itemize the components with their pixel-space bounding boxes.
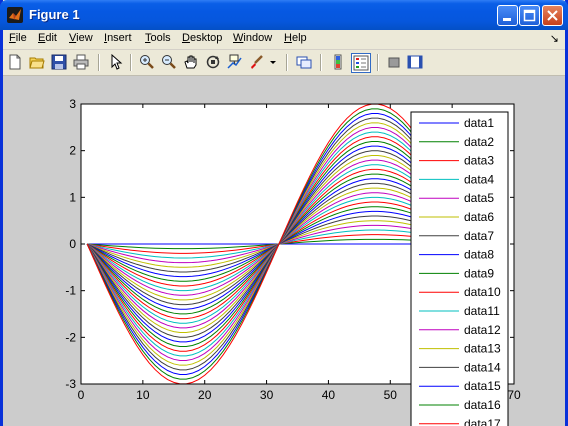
dock-arrow-icon[interactable]: ↘ [550, 32, 559, 45]
zoom-in-icon[interactable] [138, 53, 156, 71]
save-icon[interactable] [50, 53, 68, 71]
legend-label-data16: data16 [464, 398, 501, 412]
figure-toolbar [3, 50, 565, 76]
maximize-button[interactable] [519, 5, 540, 26]
print-icon[interactable] [72, 53, 90, 71]
legend-label-data17: data17 [464, 417, 501, 426]
toolbar-separator [130, 54, 132, 71]
toolbar-separator [286, 54, 288, 71]
menu-bar: File Edit View Insert Tools Desktop Wind… [3, 30, 565, 50]
legend-label-data8: data8 [464, 248, 494, 262]
window-title: Figure 1 [29, 7, 80, 22]
brush-icon[interactable] [248, 53, 266, 71]
y-tick-label: 0 [69, 237, 76, 251]
legend-label-data4: data4 [464, 172, 494, 186]
x-tick-label: 30 [260, 388, 274, 402]
y-tick-label: -2 [65, 330, 76, 344]
rotate-3d-icon[interactable] [204, 53, 222, 71]
menu-help[interactable]: Help [284, 32, 307, 44]
x-tick-label: 70 [507, 388, 521, 402]
pan-hand-icon[interactable] [182, 53, 200, 71]
menu-tools[interactable]: Tools [145, 32, 171, 44]
close-icon [547, 10, 558, 21]
insert-legend-icon[interactable] [351, 53, 371, 73]
legend[interactable]: data1 data2 data3 data4 data5 data6 data7 data8… [410, 111, 509, 426]
title-bar[interactable]: Figure 1 [0, 0, 568, 30]
legend-label-data12: data12 [464, 323, 501, 337]
menu-view[interactable]: View [69, 32, 93, 44]
y-tick-label: 3 [69, 97, 76, 111]
legend-label-data9: data9 [464, 266, 494, 280]
x-tick-label: 0 [78, 388, 85, 402]
toolbar-separator [320, 54, 322, 71]
menu-desktop[interactable]: Desktop [182, 32, 222, 44]
menu-insert[interactable]: Insert [104, 32, 132, 44]
legend-label-data15: data15 [464, 379, 501, 393]
data-cursor-icon[interactable] [226, 53, 244, 71]
legend-label-data10: data10 [464, 285, 501, 299]
insert-colorbar-icon[interactable] [329, 53, 347, 71]
figure-window: Figure 1 File Edit View Insert Tools Des… [0, 0, 568, 426]
menu-edit[interactable]: Edit [38, 32, 57, 44]
legend-label-data5: data5 [464, 191, 494, 205]
menu-file[interactable]: File [9, 32, 27, 44]
x-tick-label: 10 [136, 388, 150, 402]
maximize-icon [523, 9, 536, 22]
figure-canvas: 010203040506070-3-2-10123 data1data2data… [3, 76, 565, 426]
y-tick-label: 1 [69, 190, 76, 204]
legend-label-data11: data11 [464, 304, 500, 318]
legend-label-data3: data3 [464, 154, 494, 168]
hide-plot-tools-icon[interactable] [385, 53, 403, 71]
minimize-icon [503, 18, 511, 21]
plot-axes[interactable]: 010203040506070-3-2-10123 data1data2data… [3, 76, 565, 426]
y-tick-label: 2 [69, 144, 76, 158]
legend-label-data2: data2 [464, 135, 494, 149]
edit-plot-arrow-icon[interactable] [107, 53, 125, 71]
legend-label-data13: data13 [464, 342, 501, 356]
legend-label-data6: data6 [464, 210, 494, 224]
menu-window[interactable]: Window [233, 32, 272, 44]
link-plot-icon[interactable] [295, 53, 313, 71]
x-tick-label: 50 [384, 388, 398, 402]
legend-label-data1: data1 [464, 116, 494, 130]
new-figure-icon[interactable] [6, 53, 24, 71]
legend-label-data14: data14 [464, 360, 501, 374]
x-tick-label: 40 [322, 388, 336, 402]
open-file-icon[interactable] [28, 53, 46, 71]
y-tick-label: -3 [65, 377, 76, 391]
show-plot-tools-icon[interactable] [406, 53, 424, 71]
brush-dropdown-icon[interactable] [268, 53, 278, 71]
toolbar-separator [98, 54, 100, 71]
legend-label-data7: data7 [464, 229, 494, 243]
y-tick-label: -1 [65, 284, 76, 298]
close-button[interactable] [542, 5, 563, 26]
zoom-out-icon[interactable] [160, 53, 178, 71]
x-tick-label: 20 [198, 388, 212, 402]
toolbar-separator [377, 54, 379, 71]
matlab-logo-icon [7, 7, 23, 23]
minimize-button[interactable] [497, 5, 518, 26]
